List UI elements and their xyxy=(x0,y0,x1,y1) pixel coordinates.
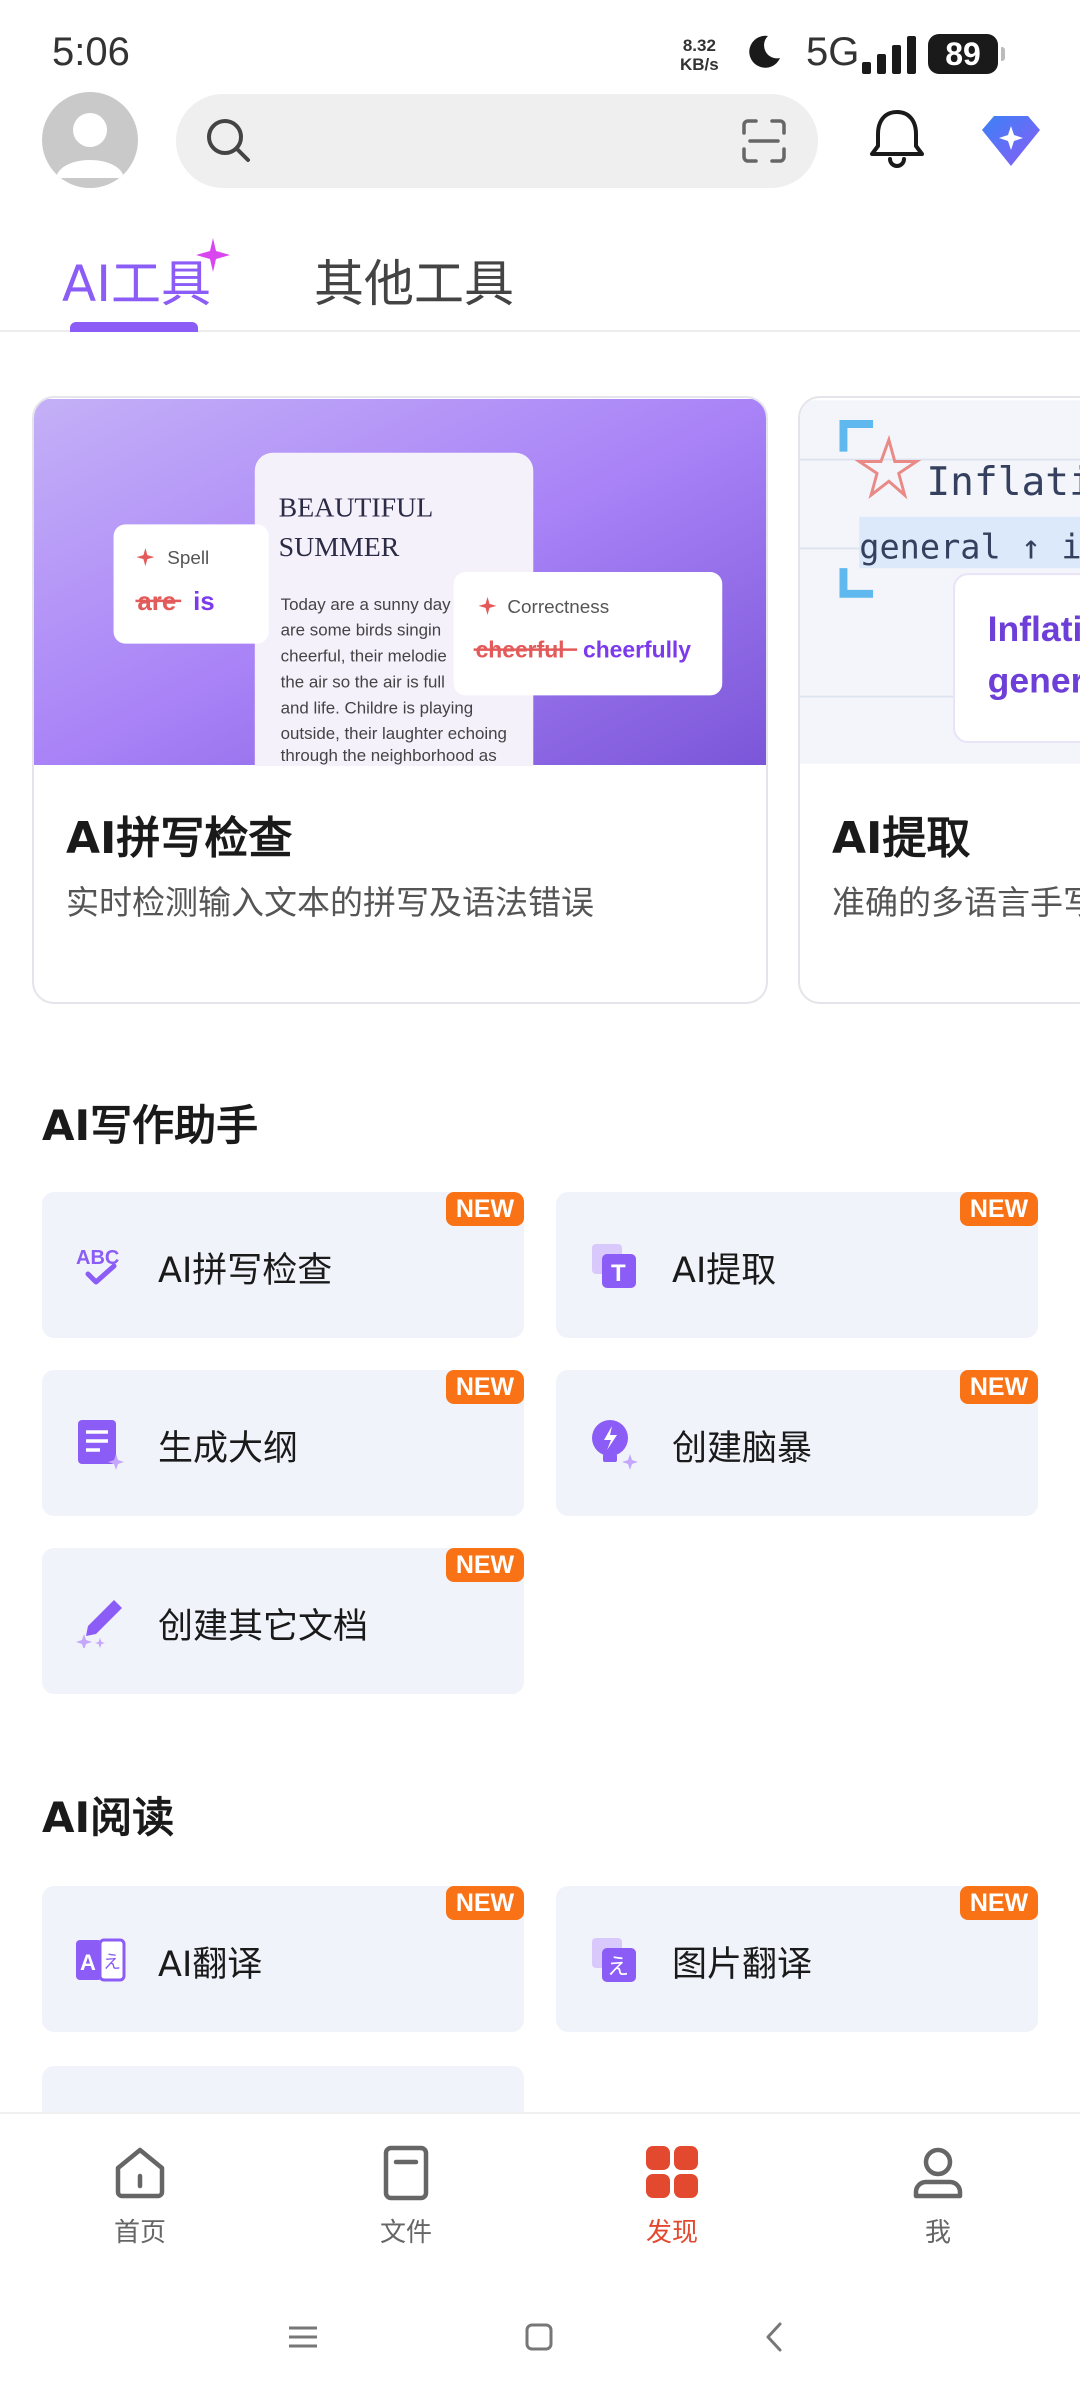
battery-level: 89 xyxy=(945,36,981,72)
card-description: 准确的多语言手写 xyxy=(832,883,1080,922)
search-bar[interactable] xyxy=(176,94,818,188)
home-icon xyxy=(115,2147,165,2199)
tool-label: 创建脑暴 xyxy=(672,1429,813,1469)
system-navigation-bar xyxy=(0,2290,1080,2400)
pen-sparkle-icon xyxy=(76,1600,122,1648)
tool-label: 生成大纲 xyxy=(158,1429,299,1469)
tab-other-tools[interactable]: 其他工具 xyxy=(314,244,514,316)
tool-label: 图片翻译 xyxy=(672,1945,813,1985)
featured-card-extract[interactable]: Inflatio general ↑ in Inflati gener AI提取… xyxy=(798,396,1080,1004)
tab-indicator xyxy=(70,322,198,332)
nav-label: 我 xyxy=(924,2218,951,2248)
network-speed-value: 8.32 xyxy=(682,36,716,55)
tool-generate-outline[interactable]: 生成大纲 NEW xyxy=(42,1370,524,1516)
new-badge: NEW xyxy=(446,1192,524,1226)
preview-doc-line: are some birds singin xyxy=(281,621,442,640)
preview-spell-fix: is xyxy=(193,588,215,616)
scan-icon[interactable] xyxy=(740,117,788,165)
search-input[interactable] xyxy=(272,116,652,166)
section-title-reading: AI阅读 xyxy=(42,1793,175,1842)
preview-correct-fix: cheerfully xyxy=(583,637,691,663)
preview-doc-line: cheerful, their melodie xyxy=(281,647,447,666)
bell-icon[interactable] xyxy=(868,106,926,168)
preview-doc-line: outside, their laughter echoing xyxy=(281,724,507,743)
avatar[interactable] xyxy=(42,92,138,188)
card-title: AI拼写检查 xyxy=(66,813,293,864)
spellcheck-preview-image: BEAUTIFUL SUMMER Today are a sunny day a… xyxy=(34,399,766,766)
home-square-icon[interactable] xyxy=(522,2320,556,2354)
svg-text:え: え xyxy=(103,1952,121,1973)
tool-ai-spellcheck[interactable]: ABC AI拼写检查 NEW xyxy=(42,1192,524,1338)
preview-extracted-2: gener xyxy=(988,661,1080,701)
nav-label: 文件 xyxy=(379,2218,432,2248)
preview-doc-line: Today are a sunny day xyxy=(281,595,452,614)
new-badge: NEW xyxy=(446,1370,524,1404)
new-badge: NEW xyxy=(960,1886,1038,1920)
preview-spell-label: Spell xyxy=(167,548,209,569)
bottom-nav: 首页 文件 发现 我 xyxy=(0,2112,1080,2282)
nav-home[interactable]: 首页 xyxy=(70,2142,210,2249)
tool-create-brainstorm[interactable]: 创建脑暴 NEW xyxy=(556,1370,1038,1516)
card-title: AI提取 xyxy=(832,813,971,864)
svg-text:え: え xyxy=(607,1955,629,1980)
text-extract-icon: T xyxy=(592,1244,636,1288)
preview-doc-line: and life. Childre is playing xyxy=(281,698,473,717)
nav-label: 发现 xyxy=(645,2218,698,2248)
svg-text:A: A xyxy=(80,1950,96,1975)
discover-grid-icon xyxy=(646,2146,698,2198)
tool-tabs: AI工具 其他工具 xyxy=(0,230,1080,332)
sparkle-icon xyxy=(196,238,230,272)
preview-doc-line: the air so the air is full xyxy=(281,672,445,691)
tool-ai-extract[interactable]: T AI提取 NEW xyxy=(556,1192,1038,1338)
nav-discover[interactable]: 发现 xyxy=(602,2142,742,2249)
menu-icon[interactable] xyxy=(286,2320,320,2354)
tool-create-other-doc[interactable]: 创建其它文档 NEW xyxy=(42,1548,524,1694)
preview-correct-label: Correctness xyxy=(507,597,609,618)
network-speed: 8.32 KB/s xyxy=(680,36,719,74)
file-icon xyxy=(383,2145,429,2201)
preview-doc-line: through the neighborhood as xyxy=(281,746,497,765)
new-badge: NEW xyxy=(960,1192,1038,1226)
nav-files[interactable]: 文件 xyxy=(336,2142,476,2249)
status-time: 5:06 xyxy=(52,30,130,74)
search-icon xyxy=(207,119,250,162)
moon-icon xyxy=(749,35,780,68)
image-translate-icon: え xyxy=(592,1938,636,1982)
brainstorm-bulb-icon xyxy=(592,1420,638,1470)
battery-icon: 89 xyxy=(928,34,1005,74)
tool-label: AI拼写检查 xyxy=(158,1251,333,1291)
tool-label: AI提取 xyxy=(672,1251,777,1291)
premium-diamond-icon[interactable] xyxy=(980,112,1042,168)
tool-image-translate[interactable]: え 图片翻译 NEW xyxy=(556,1886,1038,2032)
svg-text:T: T xyxy=(611,1260,626,1287)
preview-handwriting-2: general ↑ in xyxy=(859,527,1080,566)
preview-doc-title-1: BEAUTIFUL xyxy=(279,492,434,523)
tab-ai-tools[interactable]: AI工具 xyxy=(62,244,211,316)
preview-extracted-1: Inflati xyxy=(988,609,1080,649)
preview-handwriting-1: Inflatio xyxy=(926,459,1080,505)
translate-icon: A え xyxy=(76,1938,126,1982)
back-icon[interactable] xyxy=(758,2320,792,2354)
outline-icon xyxy=(78,1420,124,1470)
featured-card-spellcheck[interactable]: BEAUTIFUL SUMMER Today are a sunny day a… xyxy=(32,396,768,1004)
new-badge: NEW xyxy=(960,1370,1038,1404)
network-speed-unit: KB/s xyxy=(680,55,719,74)
tool-ai-translate[interactable]: A え AI翻译 NEW xyxy=(42,1886,524,2032)
new-badge: NEW xyxy=(446,1886,524,1920)
nav-profile[interactable]: 我 xyxy=(868,2142,1008,2249)
preview-doc-title-2: SUMMER xyxy=(279,532,400,563)
profile-icon xyxy=(913,2147,963,2199)
section-title-writing: AI写作助手 xyxy=(42,1101,259,1150)
signal-icon xyxy=(862,36,916,74)
tool-label: AI翻译 xyxy=(158,1945,263,1985)
avatar-person-icon xyxy=(56,113,124,178)
tool-label: 创建其它文档 xyxy=(158,1607,369,1647)
network-type: 5G xyxy=(806,30,860,74)
new-badge: NEW xyxy=(446,1548,524,1582)
spellcheck-icon: ABC xyxy=(76,1247,119,1285)
status-bar: 5:06 8.32 KB/s 5G 89 xyxy=(0,0,1080,92)
card-description: 实时检测输入文本的拼写及语法错误 xyxy=(66,883,594,922)
extract-preview-image: Inflatio general ↑ in Inflati gener xyxy=(800,400,1080,764)
nav-label: 首页 xyxy=(113,2218,166,2248)
